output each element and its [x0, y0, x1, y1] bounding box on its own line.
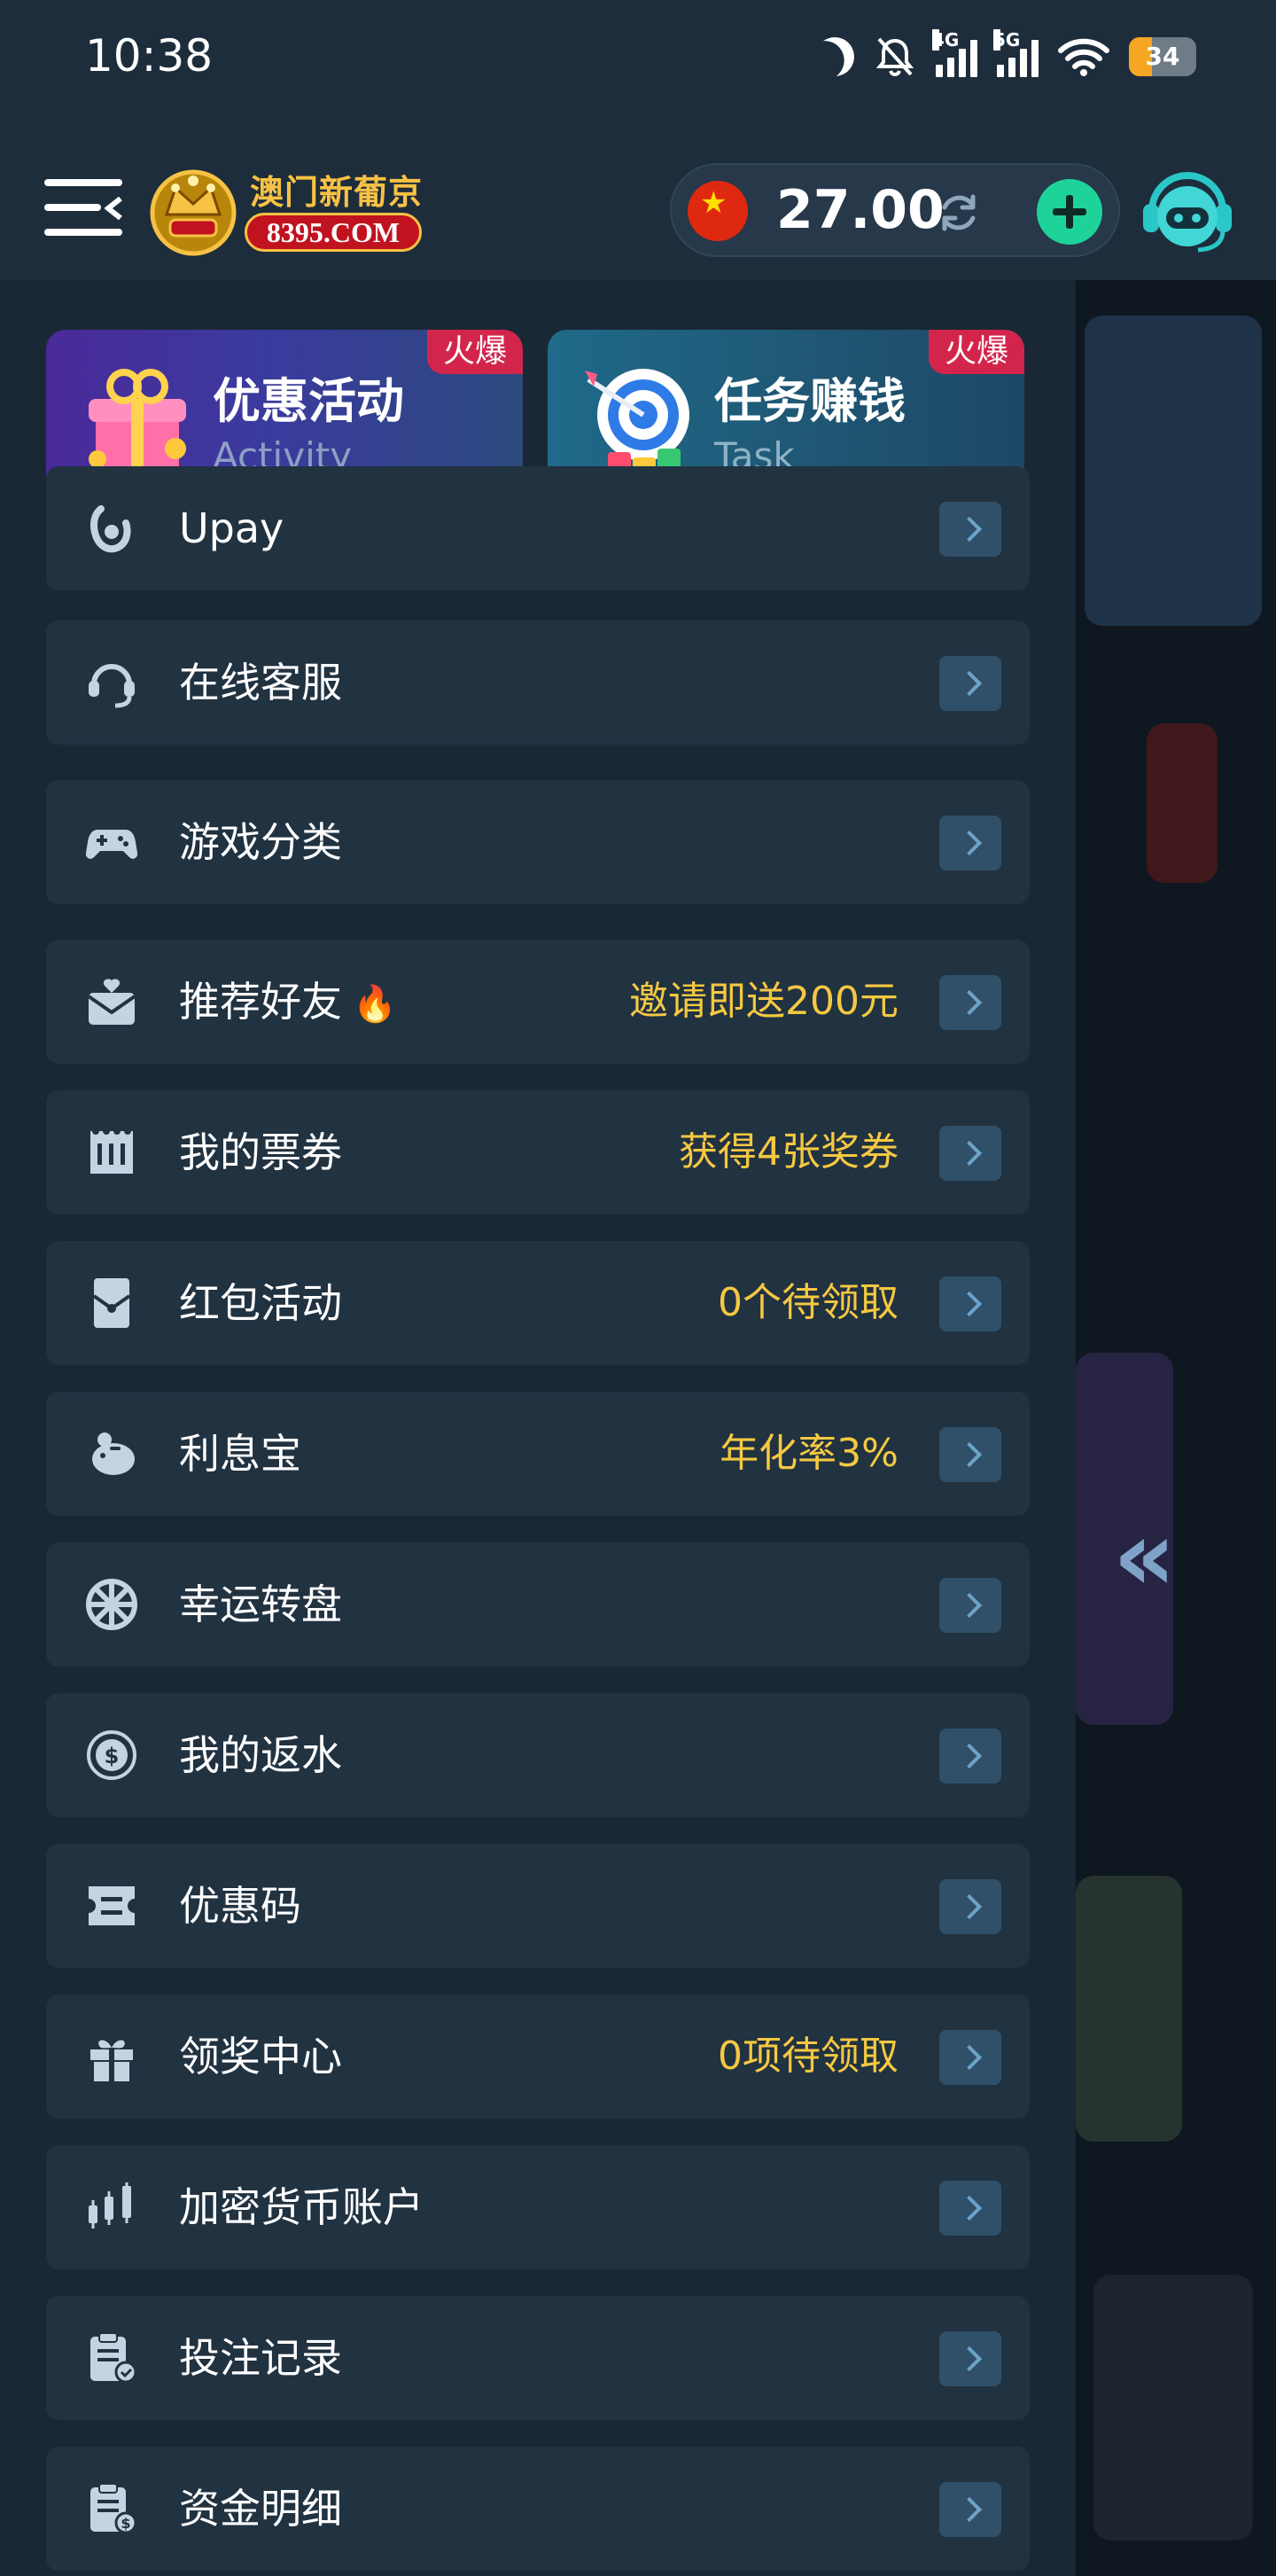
app-header: 澳门新葡京 8395.COM ★ 27.00 — [0, 124, 1276, 280]
chevron-right-icon — [939, 1126, 1001, 1181]
menu-item-label: 资金明细 — [179, 2485, 342, 2533]
menu-item-red-envelope[interactable]: 红包活动 0个待领取 — [46, 1241, 1030, 1365]
dimmed-page-overlay[interactable] — [1076, 280, 1276, 2576]
hot-badge: 火爆 — [426, 330, 523, 374]
ticket-icon — [90, 1128, 133, 1174]
menu-item-refer-friend[interactable]: 推荐好友 🔥 邀请即送200元 — [46, 940, 1030, 1064]
chevron-right-icon — [939, 1578, 1001, 1633]
menu-item-label: 领奖中心 — [179, 2033, 342, 2080]
invite-icon — [87, 979, 136, 1025]
bet-record-icon — [90, 2332, 137, 2384]
deposit-plus-button[interactable] — [1037, 179, 1102, 245]
headset-icon — [89, 664, 135, 708]
chevron-right-icon — [939, 975, 1001, 1030]
menu-item-label: 我的返水 — [179, 1731, 342, 1779]
menu-item-promo-text: 0项待领取 — [718, 2033, 899, 2079]
balance-amount: 27.00 — [776, 179, 945, 241]
chevron-right-icon — [939, 1427, 1001, 1482]
signal-5g-icon: 5G — [993, 29, 1039, 77]
menu-item-label: 优惠码 — [179, 1882, 301, 1930]
side-drawer: 优惠活动 Activity 火爆 任务赚钱 Task 火爆 Upay 在线客服 … — [0, 280, 1076, 2576]
menu-item-label: 在线客服 — [179, 659, 342, 706]
promo-title: 优惠活动 — [213, 373, 404, 429]
chevron-right-icon — [939, 1729, 1001, 1784]
logo-chinese-text: 澳门新葡京 — [250, 172, 424, 212]
menu-item-label: Upay — [179, 504, 284, 552]
logo-url-badge: 8395.COM — [245, 213, 422, 252]
menu-item-my-tickets[interactable]: 我的票券 获得4张奖券 — [46, 1090, 1030, 1214]
balance-pill: ★ 27.00 — [670, 163, 1120, 257]
piggy-bank-icon — [92, 1432, 135, 1475]
menu-item-upay[interactable]: Upay — [46, 466, 1030, 590]
chevron-right-icon — [939, 2482, 1001, 2537]
do-not-disturb-icon — [810, 32, 860, 82]
promo-title: 任务赚钱 — [714, 373, 906, 429]
menu-item-promo-text: 0个待领取 — [718, 1280, 899, 1325]
signal-4g-icon: 4G — [932, 29, 977, 77]
menu-item-interest-treasure[interactable]: 利息宝 年化率3% — [46, 1392, 1030, 1516]
menu-item-label: 推荐好友 🔥 — [179, 975, 397, 1031]
hot-badge: 火爆 — [928, 330, 1024, 374]
gift-icon — [90, 2040, 133, 2081]
chevron-right-icon — [939, 502, 1001, 557]
svg-text:$: $ — [121, 2515, 130, 2532]
menu-item-promo-code[interactable]: 优惠码 — [46, 1844, 1030, 1968]
menu-item-label: 红包活动 — [179, 1279, 342, 1327]
menu-item-promo-text: 年化率3% — [720, 1431, 899, 1476]
menu-item-online-support[interactable]: 在线客服 — [46, 621, 1030, 745]
menu-item-label: 加密货币账户 — [179, 2183, 424, 2231]
red-envelope-icon — [92, 1278, 131, 1328]
wifi-icon — [1058, 38, 1109, 76]
menu-item-fund-details[interactable]: $ 资金明细 — [46, 2447, 1030, 2571]
gamepad-icon — [85, 830, 138, 859]
menu-item-label: 幸运转盘 — [179, 1581, 342, 1628]
chevron-right-icon — [939, 656, 1001, 711]
rebate-coin-icon: $ — [87, 1730, 136, 1780]
collapse-drawer-button[interactable]: « — [1113, 1507, 1193, 1604]
status-bar: 10:38 4G 5G 34 — [0, 0, 1276, 124]
china-flag-icon[interactable]: ★ — [688, 181, 748, 241]
chevron-right-icon — [939, 2331, 1001, 2386]
menu-item-game-category[interactable]: 游戏分类 — [46, 780, 1030, 904]
mute-bell-icon — [875, 37, 914, 77]
gift-box-icon — [89, 369, 186, 475]
menu-item-promo-text: 获得4张奖券 — [679, 1129, 899, 1175]
chevron-right-icon — [939, 1879, 1001, 1934]
menu-item-my-rebate[interactable]: $ 我的返水 — [46, 1693, 1030, 1817]
menu-item-reward-center[interactable]: 领奖中心 0项待领取 — [46, 1994, 1030, 2119]
menu-item-label: 游戏分类 — [179, 818, 342, 866]
site-logo[interactable]: 澳门新葡京 8395.COM — [144, 161, 427, 257]
refresh-icon[interactable] — [934, 188, 984, 238]
collapse-arrow-icon — [105, 197, 122, 220]
fund-detail-icon: $ — [90, 2483, 137, 2534]
wheel-icon — [86, 1579, 137, 1630]
chevron-right-icon — [939, 1276, 1001, 1331]
customer-support-avatar-icon[interactable] — [1138, 161, 1237, 255]
coupon-code-icon — [89, 1886, 135, 1925]
target-dart-icon — [585, 369, 689, 477]
battery-indicator: 34 — [1129, 37, 1196, 76]
upay-icon — [90, 505, 131, 553]
menu-item-promo-text: 邀请即送200元 — [629, 979, 899, 1024]
menu-item-crypto-account[interactable]: 加密货币账户 — [46, 2145, 1030, 2269]
chevron-right-icon — [939, 2181, 1001, 2236]
menu-item-bet-records[interactable]: 投注记录 — [46, 2296, 1030, 2420]
svg-text:$: $ — [105, 1744, 120, 1768]
crypto-chart-icon — [89, 2182, 131, 2229]
menu-item-label: 投注记录 — [179, 2334, 342, 2382]
status-icons: 4G 5G 34 — [815, 29, 1196, 83]
chevron-right-icon — [939, 2030, 1001, 2085]
menu-item-lucky-wheel[interactable]: 幸运转盘 — [46, 1542, 1030, 1667]
menu-item-label: 利息宝 — [179, 1430, 301, 1478]
status-time: 10:38 — [85, 30, 214, 82]
flame-icon: 🔥 — [353, 984, 397, 1025]
menu-item-label: 我的票券 — [179, 1128, 342, 1176]
menu-toggle-button[interactable] — [44, 174, 122, 243]
crown-crest-icon — [150, 169, 237, 256]
chevron-right-icon — [939, 816, 1001, 870]
